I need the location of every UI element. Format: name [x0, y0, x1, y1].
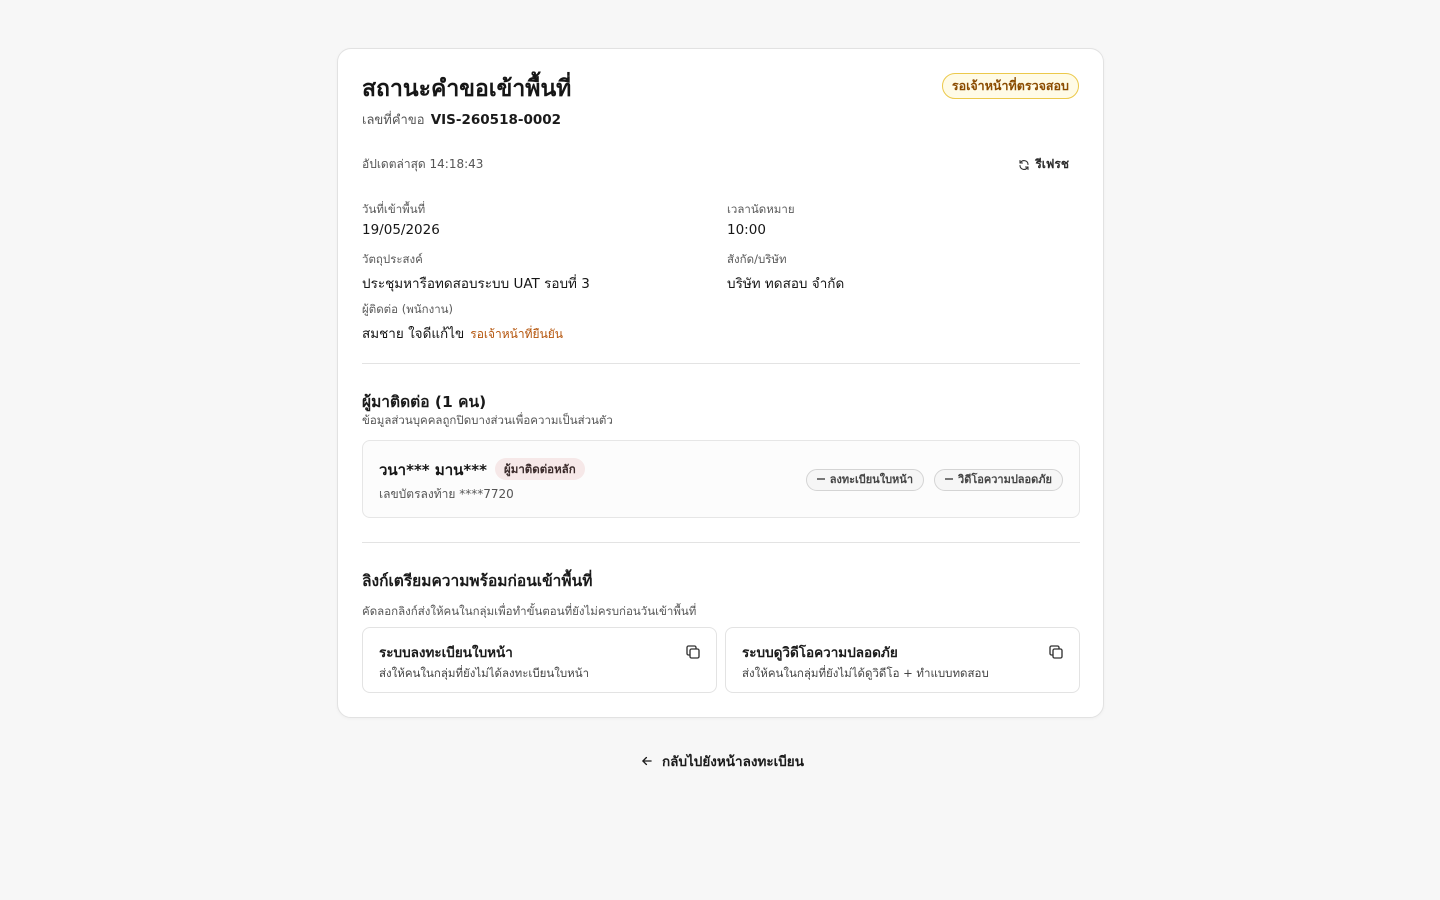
link-card-desc: ส่งให้คนในกลุ่มที่ยังไม่ได้ลงทะเบียนใบหน… — [379, 666, 590, 680]
copy-icon[interactable] — [1047, 643, 1065, 661]
link-card-title: ระบบลงทะเบียนใบหน้า — [379, 645, 513, 661]
purpose-label: วัตถุประสงค์ — [362, 252, 423, 266]
page-title: สถานะคำขอเข้าพื้นที่ — [362, 76, 572, 102]
link-card-title: ระบบดูวิดีโอความปลอดภัย — [742, 645, 898, 661]
visit-date-value: 19/05/2026 — [362, 222, 440, 238]
divider — [362, 542, 1080, 543]
visitor-id-text: เลขบัตรลงท้าย ****7720 — [379, 487, 514, 501]
request-number: VIS-260518-0002 — [430, 112, 562, 128]
links-subtitle: คัดลอกลิงก์ส่งให้คนในกลุ่มเพื่อทำขั้นตอน… — [362, 604, 697, 618]
contact-status: รอเจ้าหน้าที่ยืนยัน — [470, 327, 564, 341]
primary-visitor-tag: ผู้มาติดต่อหลัก — [495, 458, 585, 480]
divider — [362, 363, 1080, 364]
link-card-desc: ส่งให้คนในกลุ่มที่ยังไม่ได้ดูวิดีโอ + ทำ… — [742, 666, 989, 680]
back-label: กลับไปยังหน้าลงทะเบียน — [662, 754, 804, 770]
request-number-line: เลขที่คำขอ VIS-260518-0002 — [362, 109, 561, 130]
company-value: บริษัท ทดสอบ จำกัด — [727, 276, 845, 292]
purpose-field: วัตถุประสงค์ ประชุมหารือทดสอบระบบ UAT รอ… — [362, 251, 590, 294]
purpose-value: ประชุมหารือทดสอบระบบ UAT รอบที่ 3 — [362, 276, 590, 292]
contact-value-line: สมชาย ใจดีแก้ไข รอเจ้าหน้าที่ยืนยัน — [362, 322, 563, 344]
visitor-card: วนา*** มาน*** ผู้มาติดต่อหลัก เลขบัตรลงท… — [362, 440, 1080, 518]
visitors-subtitle: ข้อมูลส่วนบุคคลถูกปิดบางส่วนเพื่อความเป็… — [362, 413, 613, 427]
status-badge: รอเจ้าหน้าที่ตรวจสอบ — [941, 73, 1079, 99]
appointment-time-value: 10:00 — [727, 222, 766, 238]
safety-video-chip: วิดีโอความปลอดภัย — [934, 469, 1063, 491]
pending-dash-icon — [945, 478, 954, 480]
company-label: สังกัด/บริษัท — [727, 252, 787, 266]
links-title: ลิงก์เตรียมความพร้อมก่อนเข้าพื้นที่ — [362, 572, 593, 590]
appointment-time-label: เวลานัดหมาย — [727, 202, 795, 216]
company-field: สังกัด/บริษัท บริษัท ทดสอบ จำกัด — [727, 251, 844, 294]
face-registration-link-card[interactable]: ระบบลงทะเบียนใบหน้า ส่งให้คนในกลุ่มที่ยั… — [362, 627, 717, 693]
safety-video-link-card[interactable]: ระบบดูวิดีโอความปลอดภัย ส่งให้คนในกลุ่มท… — [725, 627, 1080, 693]
last-updated-text: อัปเดตล่าสุด 14:18:43 — [362, 157, 484, 171]
face-registration-chip: ลงทะเบียนใบหน้า — [805, 469, 924, 491]
refresh-label: รีเฟรช — [1035, 157, 1069, 171]
request-number-label: เลขที่คำขอ — [362, 113, 425, 128]
pending-dash-icon — [816, 478, 825, 480]
contact-field: ผู้ติดต่อ (พนักงาน) สมชาย ใจดีแก้ไข รอเจ้… — [362, 301, 563, 344]
visit-date-field: วันที่เข้าพื้นที่ 19/05/2026 — [362, 201, 440, 238]
chip-label: วิดีโอความปลอดภัย — [958, 473, 1052, 486]
contact-label: ผู้ติดต่อ (พนักงาน) — [362, 302, 454, 316]
copy-icon[interactable] — [684, 643, 702, 661]
visit-date-label: วันที่เข้าพื้นที่ — [362, 202, 426, 216]
visitor-name: วนา*** มาน*** — [379, 461, 487, 479]
contact-name: สมชาย ใจดีแก้ไข — [362, 326, 465, 342]
chip-label: ลงทะเบียนใบหน้า — [829, 473, 913, 486]
refresh-button[interactable]: รีเฟรช — [1018, 155, 1069, 174]
appointment-time-field: เวลานัดหมาย 10:00 — [727, 201, 795, 238]
arrow-left-icon — [642, 756, 652, 766]
refresh-icon — [1019, 159, 1029, 170]
visitors-title: ผู้มาติดต่อ (1 คน) — [362, 393, 487, 411]
back-to-registration-link[interactable]: กลับไปยังหน้าลงทะเบียน — [640, 750, 804, 772]
status-card: สถานะคำขอเข้าพื้นที่ เลขที่คำขอ VIS-2605… — [337, 48, 1104, 718]
